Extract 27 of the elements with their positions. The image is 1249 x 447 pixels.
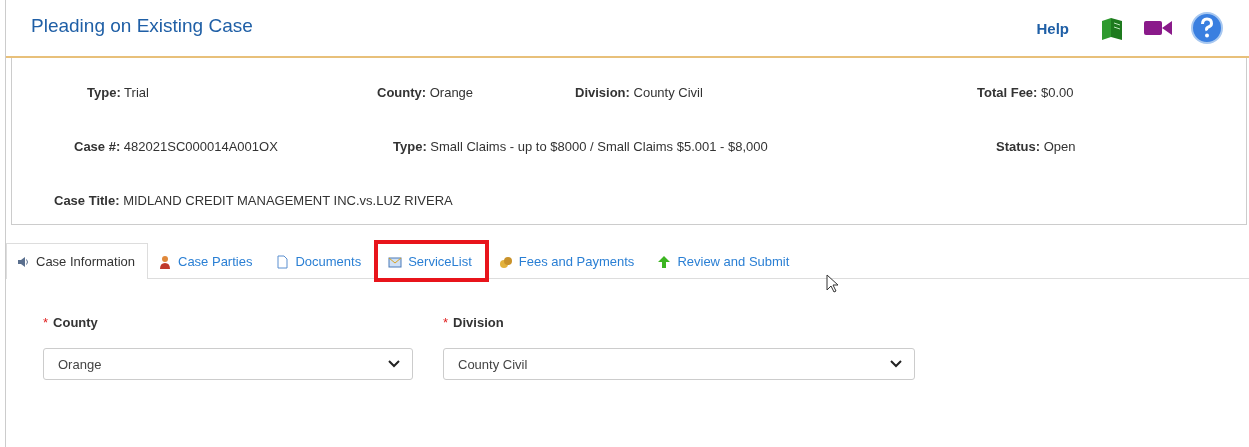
coins-icon (498, 254, 513, 269)
up-arrow-icon (657, 254, 672, 269)
case-detail: Case #: 482021SC000014A001OX (74, 139, 278, 154)
page-title: Pleading on Existing Case (31, 15, 254, 38)
case-detail: Type: Trial (87, 85, 149, 100)
dropdown[interactable]: County Civil (443, 348, 915, 380)
chevron-down-icon (890, 360, 902, 368)
tab[interactable]: Case Information (6, 243, 148, 279)
speaker-icon (16, 254, 30, 269)
case-detail: Division: County Civil (575, 85, 703, 100)
case-detail: Total Fee: $0.00 (977, 85, 1074, 100)
mouse-cursor-icon (826, 274, 840, 294)
document-icon (275, 254, 290, 269)
dropdown[interactable]: Orange (43, 348, 413, 380)
chevron-down-icon (388, 360, 400, 368)
case-detail: Case Title: MIDLAND CREDIT MANAGEMENT INC.vs.LUZ RIVERA (54, 193, 453, 208)
field-label: * County (43, 315, 99, 331)
case-detail: County: Orange (377, 85, 474, 100)
help-icon[interactable] (1191, 12, 1223, 44)
field-label: * Division (443, 315, 505, 331)
person-icon (158, 254, 172, 269)
video-camera-icon[interactable] (1143, 19, 1173, 37)
help-link[interactable]: Help (1036, 19, 1069, 37)
envelope-icon (388, 254, 403, 269)
case-detail: Status: Open (996, 139, 1076, 154)
case-detail: Type: Small Claims - up to $8000 / Small Claims $5.001 - $8,000 (393, 139, 768, 154)
book-icon[interactable] (1099, 15, 1125, 41)
